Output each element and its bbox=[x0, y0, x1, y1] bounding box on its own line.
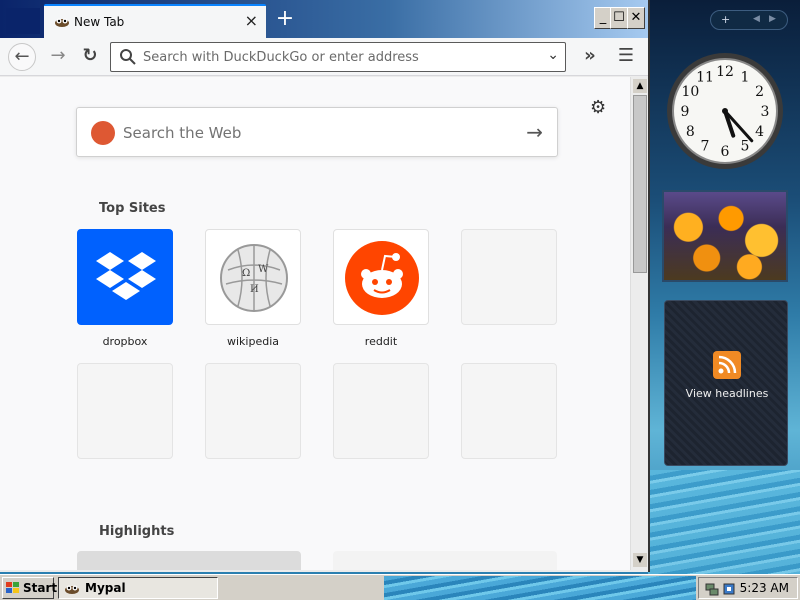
clock-numeral: 11 bbox=[696, 69, 714, 85]
volume-icon[interactable] bbox=[723, 581, 737, 600]
clock-numeral: 6 bbox=[721, 144, 730, 160]
add-gadget-button[interactable]: + bbox=[721, 13, 730, 26]
reddit-icon bbox=[344, 240, 420, 320]
wikipedia-icon: Ω W И bbox=[216, 240, 292, 320]
mypal-icon bbox=[64, 581, 80, 600]
feed-headlines-gadget[interactable]: View headlines bbox=[664, 300, 788, 466]
rss-icon bbox=[713, 351, 741, 379]
desktop-wave bbox=[648, 470, 800, 574]
chevron-down-icon[interactable]: ⌄ bbox=[547, 47, 559, 63]
svg-text:И: И bbox=[250, 284, 259, 295]
top-site-empty[interactable] bbox=[205, 363, 301, 459]
clock-numeral: 2 bbox=[755, 84, 764, 100]
top-site-empty[interactable] bbox=[461, 363, 557, 459]
reload-button[interactable]: ↻ bbox=[76, 43, 104, 71]
highlights-heading: Highlights bbox=[99, 524, 175, 539]
clock-numeral: 4 bbox=[755, 124, 764, 140]
tab-new-tab[interactable]: New Tab × bbox=[44, 4, 266, 38]
taskbar-item-mypal[interactable]: Mypal bbox=[58, 577, 218, 599]
titlebar: New Tab × + _ ☐ ✕ bbox=[0, 0, 648, 38]
slideshow-gadget[interactable] bbox=[662, 190, 788, 282]
arrow-right-icon[interactable]: → bbox=[526, 120, 543, 144]
top-site-empty[interactable] bbox=[77, 363, 173, 459]
url-bar[interactable]: ⌄ bbox=[110, 42, 566, 72]
clock-numeral: 3 bbox=[761, 104, 770, 120]
svg-text:W: W bbox=[258, 264, 269, 275]
top-site-empty[interactable] bbox=[461, 229, 557, 325]
windows-logo-icon bbox=[6, 582, 20, 597]
web-search-box[interactable]: → bbox=[76, 107, 558, 157]
clock-numeral: 10 bbox=[681, 84, 699, 100]
clock-numeral: 7 bbox=[701, 139, 710, 155]
top-site-label: reddit bbox=[364, 335, 398, 348]
tab-title: New Tab bbox=[74, 15, 125, 29]
web-search-input[interactable] bbox=[123, 123, 503, 143]
top-site-empty[interactable] bbox=[333, 363, 429, 459]
mypal-icon bbox=[54, 14, 70, 30]
highlight-card[interactable] bbox=[77, 551, 301, 570]
start-label: Start bbox=[23, 581, 58, 595]
clock-gadget[interactable]: 1 2 3 4 5 6 7 8 9 10 11 12 bbox=[664, 50, 786, 172]
close-window-button[interactable]: ✕ bbox=[627, 7, 645, 29]
back-button[interactable]: ← bbox=[8, 43, 36, 71]
url-input[interactable] bbox=[143, 47, 543, 67]
top-site-dropbox[interactable] bbox=[77, 229, 173, 325]
system-tray: 5:23 AM bbox=[698, 577, 798, 599]
tab-close-icon[interactable]: × bbox=[245, 12, 258, 30]
scroll-up-icon[interactable]: ▲ bbox=[633, 79, 647, 93]
taskbar-item-label: Mypal bbox=[85, 581, 126, 595]
top-site-label: wikipedia bbox=[226, 335, 279, 348]
navigation-toolbar: ← → ↻ ⌄ » ☰ bbox=[0, 38, 648, 76]
top-sites-heading: Top Sites bbox=[99, 201, 166, 216]
window-system-icon[interactable] bbox=[6, 8, 40, 34]
next-icon[interactable]: ▶ bbox=[769, 14, 776, 24]
dropbox-icon bbox=[94, 248, 158, 308]
clock-numeral: 9 bbox=[681, 104, 690, 120]
clock-time[interactable]: 5:23 AM bbox=[740, 581, 789, 595]
browser-window: New Tab × + _ ☐ ✕ ← → ↻ ⌄ » ☰ ⚙ → Top Si… bbox=[0, 0, 650, 572]
clock-numeral: 8 bbox=[686, 124, 695, 140]
svg-text:Ω: Ω bbox=[242, 268, 250, 279]
previous-icon[interactable]: ◀ bbox=[753, 14, 760, 24]
top-site-wikipedia[interactable]: Ω W И bbox=[205, 229, 301, 325]
new-tab-page: ⚙ → Top Sites dropbox bbox=[0, 77, 630, 570]
taskbar: Start Mypal 5:23 AM bbox=[0, 574, 800, 600]
clock-numeral: 12 bbox=[716, 64, 734, 80]
clock-numeral: 5 bbox=[741, 139, 750, 155]
network-icon[interactable] bbox=[705, 581, 719, 600]
top-site-label: dropbox bbox=[102, 335, 148, 348]
search-icon bbox=[119, 48, 137, 66]
gear-icon[interactable]: ⚙ bbox=[590, 97, 606, 118]
vertical-scrollbar[interactable]: ▲ ▼ bbox=[630, 77, 648, 570]
start-button[interactable]: Start bbox=[2, 577, 58, 599]
scroll-down-icon[interactable]: ▼ bbox=[633, 553, 647, 567]
maximize-button[interactable]: ☐ bbox=[610, 7, 628, 29]
overflow-button[interactable]: » bbox=[576, 43, 604, 71]
menu-button[interactable]: ☰ bbox=[612, 43, 640, 71]
highlight-card[interactable] bbox=[333, 551, 557, 570]
clock-numeral: 1 bbox=[741, 69, 750, 85]
scroll-thumb[interactable] bbox=[633, 95, 647, 273]
duckduckgo-icon bbox=[91, 121, 115, 145]
new-tab-button[interactable]: + bbox=[272, 6, 298, 34]
top-site-reddit[interactable] bbox=[333, 229, 429, 325]
forward-button[interactable]: → bbox=[44, 43, 72, 71]
gadget-controls: + ◀ ▶ bbox=[710, 10, 788, 30]
taskbar-background-strip bbox=[384, 576, 696, 600]
view-headlines-link[interactable]: View headlines bbox=[665, 387, 789, 400]
